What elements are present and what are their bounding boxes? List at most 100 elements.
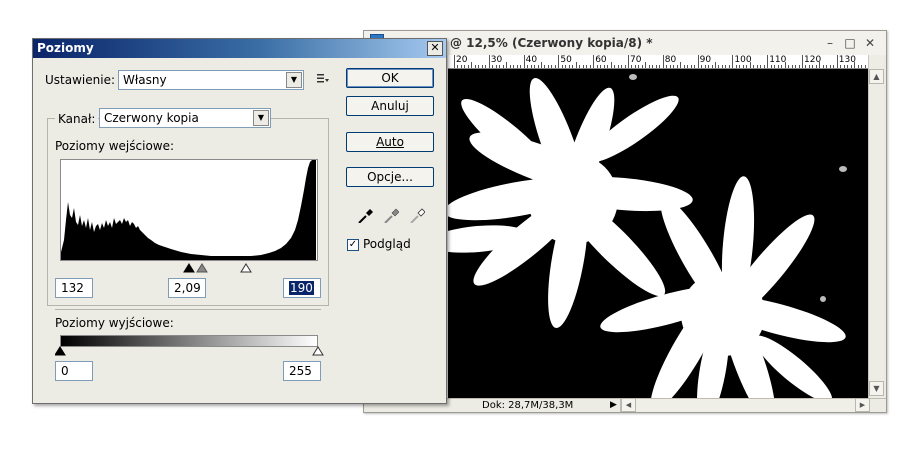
output-black-slider[interactable] bbox=[55, 346, 66, 356]
levels-dialog: Poziomy ✕ Ustawienie: Własny ▼ Kanał: Cz… bbox=[32, 38, 447, 404]
ruler-minor-tick bbox=[631, 65, 633, 68]
options-button[interactable]: Opcje... bbox=[346, 167, 434, 187]
input-gamma-slider[interactable] bbox=[196, 263, 208, 273]
preview-label: Podgląd bbox=[363, 237, 411, 251]
ruler-minor-tick bbox=[711, 65, 713, 68]
input-black-slider[interactable] bbox=[183, 263, 195, 273]
ruler-minor-tick bbox=[499, 65, 501, 68]
options-menu-icon[interactable] bbox=[316, 73, 330, 85]
ruler-label: 60 bbox=[595, 55, 607, 65]
output-black-field[interactable]: 0 bbox=[55, 361, 93, 381]
channel-label: Kanał: bbox=[55, 112, 99, 126]
close-button[interactable]: ✕ bbox=[862, 35, 878, 51]
channel-select[interactable]: Czerwony kopia ▼ bbox=[99, 108, 271, 128]
ruler-minor-tick bbox=[784, 62, 786, 68]
input-white-field[interactable]: 190 bbox=[283, 278, 321, 298]
ruler-minor-tick bbox=[864, 65, 866, 68]
ruler-minor-tick bbox=[586, 65, 588, 68]
ruler-minor-tick bbox=[850, 65, 852, 68]
status-menu-arrow-icon[interactable]: ▶ bbox=[610, 399, 617, 412]
ruler-minor-tick bbox=[648, 65, 650, 68]
ruler-minor-tick bbox=[541, 62, 542, 68]
cancel-button[interactable]: Anuluj bbox=[346, 96, 434, 116]
ruler-minor-tick bbox=[561, 65, 563, 68]
ruler-major-tick bbox=[628, 55, 629, 68]
ruler-minor-tick bbox=[527, 65, 529, 68]
maximize-button[interactable]: □ bbox=[842, 35, 858, 51]
ruler-minor-tick bbox=[857, 65, 859, 68]
ruler-minor-tick bbox=[854, 62, 856, 68]
document-size-status: Dok: 28,7M/38,3M bbox=[482, 400, 574, 411]
ruler-minor-tick bbox=[460, 65, 462, 68]
input-white-slider[interactable] bbox=[240, 263, 252, 273]
dialog-title: Poziomy bbox=[37, 41, 94, 55]
preview-checkbox[interactable]: ✓ bbox=[347, 239, 359, 251]
histogram bbox=[60, 159, 318, 261]
ruler-minor-tick bbox=[589, 65, 591, 68]
eyedropper-black-icon[interactable] bbox=[357, 207, 373, 223]
minimize-button[interactable]: – bbox=[822, 35, 838, 51]
ruler-minor-tick bbox=[478, 65, 480, 68]
ruler-minor-tick bbox=[516, 65, 518, 68]
ruler-minor-tick bbox=[770, 65, 772, 68]
ruler-minor-tick bbox=[774, 65, 776, 68]
ruler-major-tick bbox=[802, 55, 803, 68]
input-black-field[interactable]: 132 bbox=[55, 278, 93, 298]
dialog-close-button[interactable]: ✕ bbox=[427, 41, 443, 56]
ruler-minor-tick bbox=[753, 65, 755, 68]
ruler-minor-tick bbox=[701, 65, 703, 68]
ruler-minor-tick bbox=[749, 62, 751, 68]
ruler-label: 80 bbox=[664, 55, 677, 65]
ruler-minor-tick bbox=[687, 65, 689, 68]
horizontal-ruler: 20 30 40 50 60 70 80 90 100 110 120 130 bbox=[448, 55, 868, 69]
dialog-titlebar[interactable]: Poziomy ✕ bbox=[33, 39, 446, 58]
ruler-minor-tick bbox=[534, 65, 536, 68]
horizontal-scrollbar[interactable]: ◀ ▶ bbox=[620, 398, 870, 412]
input-slider-markers[interactable] bbox=[183, 263, 263, 273]
ruler-minor-tick bbox=[721, 65, 723, 68]
ruler-minor-tick bbox=[624, 65, 626, 68]
output-slider-markers[interactable] bbox=[55, 346, 325, 356]
output-white-field[interactable]: 255 bbox=[283, 361, 321, 381]
scroll-left-button[interactable]: ◀ bbox=[621, 398, 636, 412]
eyedropper-white-icon[interactable] bbox=[409, 207, 425, 223]
ruler-minor-tick bbox=[596, 65, 598, 68]
auto-button[interactable]: Auto bbox=[346, 132, 434, 152]
ruler-minor-tick bbox=[808, 65, 810, 68]
ruler-minor-tick bbox=[795, 65, 797, 68]
ok-button[interactable]: OK bbox=[346, 68, 434, 88]
ruler-minor-tick bbox=[502, 65, 504, 68]
ruler-minor-tick bbox=[788, 65, 790, 68]
preset-select[interactable]: Własny ▼ bbox=[118, 70, 304, 90]
ruler-major-tick bbox=[697, 55, 699, 68]
scroll-right-button[interactable]: ▶ bbox=[855, 398, 870, 412]
ruler-minor-tick bbox=[520, 65, 522, 68]
output-levels-label: Poziomy wyjściowe: bbox=[55, 316, 174, 330]
preset-value: Własny bbox=[123, 73, 167, 87]
ruler-minor-tick bbox=[547, 65, 549, 68]
ruler-minor-tick bbox=[485, 65, 487, 68]
ruler-minor-tick bbox=[735, 65, 737, 68]
vertical-scrollbar[interactable]: ▲ ▼ bbox=[868, 55, 884, 398]
ruler-minor-tick bbox=[565, 65, 567, 68]
ruler-minor-tick bbox=[746, 65, 748, 68]
ruler-minor-tick bbox=[621, 65, 623, 68]
input-gamma-field[interactable]: 2,09 bbox=[168, 278, 206, 298]
ruler-minor-tick bbox=[683, 65, 685, 68]
ruler-minor-tick bbox=[728, 65, 730, 68]
scroll-up-button[interactable]: ▲ bbox=[869, 69, 884, 84]
image-canvas[interactable] bbox=[448, 69, 868, 398]
ruler-minor-tick bbox=[634, 65, 636, 68]
ruler-minor-tick bbox=[610, 62, 612, 68]
ruler-minor-tick bbox=[694, 65, 696, 68]
ruler-minor-tick bbox=[861, 65, 863, 68]
eyedropper-gray-icon[interactable] bbox=[383, 207, 399, 223]
ruler-label: 70 bbox=[630, 55, 642, 65]
ruler-minor-tick bbox=[645, 62, 647, 68]
scroll-down-button[interactable]: ▼ bbox=[869, 381, 884, 396]
ruler-minor-tick bbox=[607, 65, 609, 68]
ruler-minor-tick bbox=[822, 65, 824, 68]
ruler-minor-tick bbox=[652, 65, 654, 68]
output-white-slider[interactable] bbox=[312, 346, 324, 356]
ruler-major-tick bbox=[593, 55, 595, 68]
